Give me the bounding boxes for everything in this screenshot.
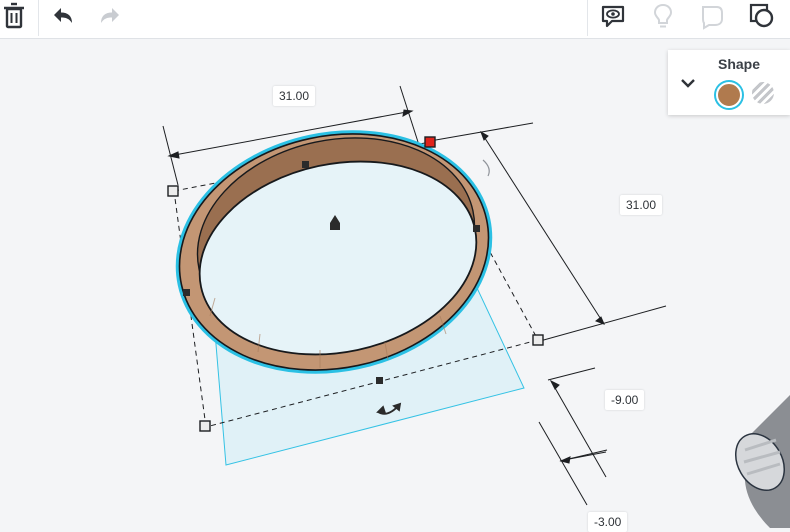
- height-value-label[interactable]: -9.00: [605, 390, 645, 410]
- toolbar-separator: [587, 0, 588, 36]
- corner-handle: [532, 334, 544, 346]
- top-toolbar: [0, 0, 790, 39]
- edge-handle: [473, 225, 480, 232]
- length-value-label[interactable]: 31.00: [620, 195, 663, 215]
- edge-handle: [183, 289, 190, 296]
- height-dimension-line: [538, 367, 608, 506]
- group-shape-icon[interactable]: [744, 0, 780, 32]
- undo-icon[interactable]: [45, 0, 81, 32]
- redo-icon[interactable]: [92, 0, 128, 32]
- toolbar-separator: [38, 0, 39, 36]
- corner-handle: [199, 420, 211, 432]
- lightbulb-icon[interactable]: [645, 0, 681, 32]
- corner-handle: [167, 185, 179, 197]
- width-value-label[interactable]: 31.00: [273, 86, 316, 106]
- solid-color-swatch[interactable]: [716, 82, 742, 108]
- trash-icon[interactable]: [0, 0, 32, 32]
- elevation-value-label[interactable]: -3.00: [588, 512, 628, 532]
- edge-handle: [376, 377, 383, 384]
- cylinder-shape: [735, 395, 790, 528]
- shape-panel-title: Shape: [718, 56, 761, 72]
- hole-pattern-swatch[interactable]: [752, 82, 774, 104]
- corner-handle-active: [424, 136, 436, 148]
- edge-handle: [302, 161, 309, 168]
- chevron-down-icon[interactable]: [680, 76, 696, 94]
- shape-speech-icon[interactable]: [694, 0, 730, 32]
- notes-eye-icon[interactable]: [595, 0, 631, 32]
- shape-inspector-panel: Shape: [668, 50, 790, 115]
